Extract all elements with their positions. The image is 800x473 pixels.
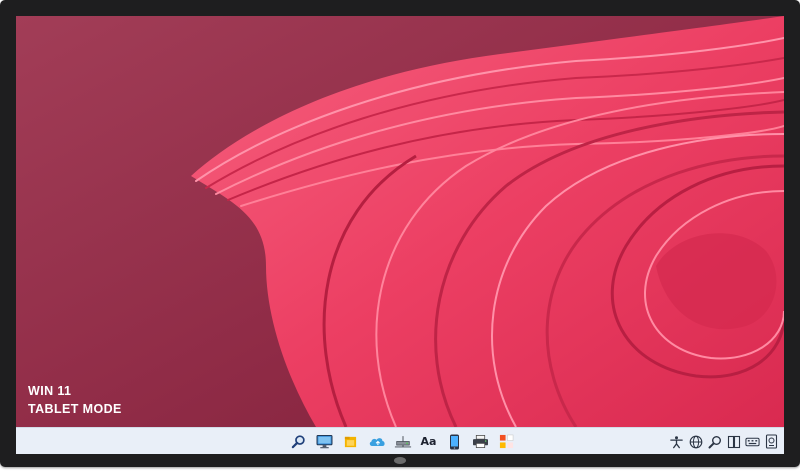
desktop-icon[interactable]: [314, 431, 335, 452]
file-explorer-icon[interactable]: [340, 431, 361, 452]
keyboard-icon[interactable]: [744, 431, 761, 452]
phone-icon[interactable]: [444, 431, 465, 452]
device-icon[interactable]: [763, 431, 780, 452]
magnifier-icon[interactable]: [706, 431, 723, 452]
accessibility-icon[interactable]: [668, 431, 685, 452]
book-icon[interactable]: [725, 431, 742, 452]
font-icon[interactable]: Aa: [418, 431, 439, 452]
taskbar: Aa: [16, 427, 784, 454]
network-drive-icon[interactable]: [392, 431, 413, 452]
system-tray: [668, 431, 780, 452]
apps-icon[interactable]: [496, 431, 517, 452]
printer-icon[interactable]: [470, 431, 491, 452]
overlay-line-os: WIN 11: [28, 384, 72, 398]
desktop-wallpaper: [16, 16, 784, 427]
mode-overlay-text: WIN 11 TABLET MODE: [28, 382, 122, 418]
taskbar-apps: Aa: [288, 431, 517, 452]
globe-icon[interactable]: [687, 431, 704, 452]
monitor-logo: [394, 457, 406, 464]
font-icon-glyph: Aa: [420, 435, 437, 448]
monitor-bezel: WIN 11 TABLET MODE Aa: [0, 0, 800, 467]
desktop-screen: WIN 11 TABLET MODE Aa: [16, 16, 784, 454]
overlay-line-mode: TABLET MODE: [28, 402, 122, 416]
search-icon[interactable]: [288, 431, 309, 452]
onedrive-icon[interactable]: [366, 431, 387, 452]
